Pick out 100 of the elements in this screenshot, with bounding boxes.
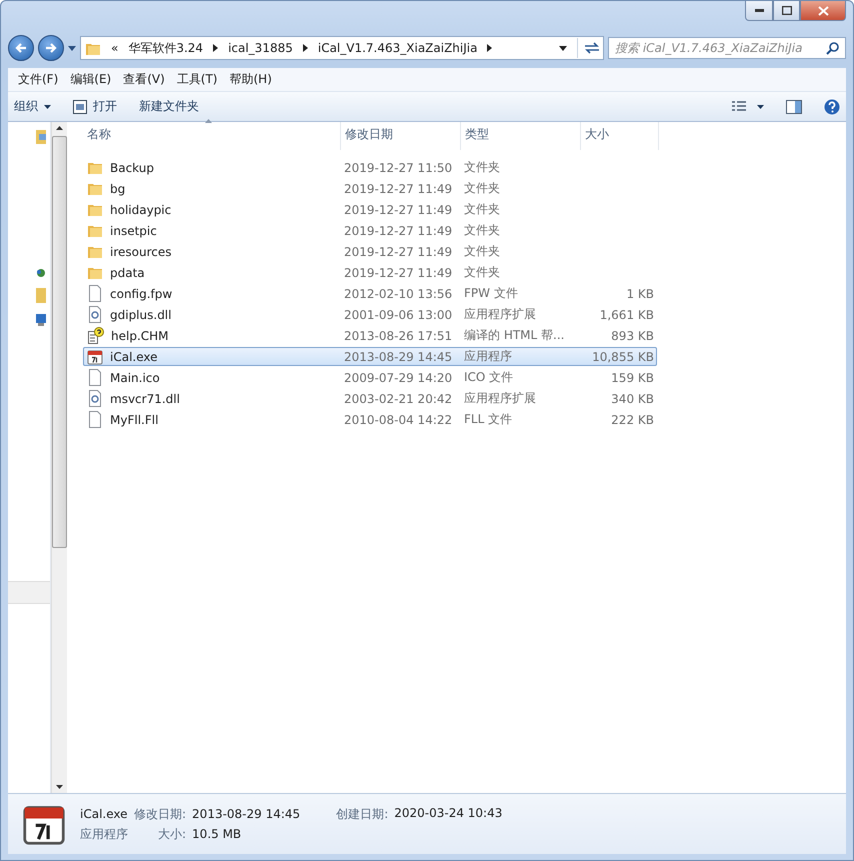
file-size: 340 KB: [610, 392, 654, 406]
file-row[interactable]: Backup 2019-12-27 11:50 文件夹: [83, 158, 657, 177]
file-type: 文件夹: [463, 201, 501, 218]
modified-date: 2003-02-21 20:42: [343, 392, 454, 406]
column-header[interactable]: 类型: [461, 122, 581, 150]
modified-date: 2019-12-27 11:49: [343, 182, 454, 196]
breadcrumb[interactable]: iCal_V1.7.463_XiaZaiZhiJia: [318, 41, 478, 55]
breadcrumb[interactable]: ical_31885: [228, 41, 293, 55]
close-button[interactable]: [800, 1, 846, 21]
file-name: config.fpw: [109, 286, 172, 300]
chevron-icon[interactable]: [487, 44, 492, 52]
address-bar[interactable]: « 华军软件3.24 ical_31885 iCal_V1.7.463_XiaZaiZhiJia: [80, 36, 604, 60]
file-row[interactable]: iresources 2019-12-27 11:49 文件夹: [83, 242, 657, 261]
file-type: 应用程序: [463, 348, 513, 365]
file-name: Backup: [109, 160, 154, 174]
help-document-icon: [87, 327, 104, 344]
chevron-icon[interactable]: [213, 44, 218, 52]
created-label: 创建日期:: [336, 806, 388, 822]
scroll-up-icon[interactable]: [56, 126, 63, 130]
file-type: FPW 文件: [463, 285, 519, 302]
history-dropdown-icon[interactable]: [68, 46, 76, 50]
scrollbar[interactable]: [51, 122, 67, 793]
file-name: Main.ico: [109, 370, 160, 384]
modified-date: 2013-08-26 17:51: [343, 328, 454, 342]
file-type: 应用程序: [80, 826, 128, 842]
file-name: msvcr71.dll: [109, 392, 180, 406]
file-type: 文件夹: [463, 159, 501, 176]
scroll-thumb[interactable]: [52, 136, 67, 548]
document-icon: [87, 285, 103, 302]
modified-date: 2009-07-29 14:20: [343, 370, 454, 384]
search-icon: [826, 42, 839, 54]
document-icon: [87, 411, 103, 428]
modified-date: 2019-12-27 11:49: [343, 244, 454, 258]
modified-date: 2019-12-27 11:49: [343, 266, 454, 280]
menu-item[interactable]: 工具(T): [170, 71, 224, 88]
file-row[interactable]: pdata 2019-12-27 11:49 文件夹: [83, 263, 657, 282]
file-row[interactable]: Main.ico 2009-07-29 14:20 ICO 文件 159 KB: [83, 368, 657, 387]
file-type: 文件夹: [463, 180, 501, 197]
calendar-icon: [87, 348, 103, 364]
caret-icon: [44, 104, 51, 108]
modified-date: 2001-09-06 13:00: [343, 308, 454, 322]
file-row[interactable]: help.CHM 2013-08-26 17:51 编译的 HTML 帮... 893 KB: [83, 326, 657, 345]
back-button[interactable]: [8, 35, 34, 61]
forward-button[interactable]: [38, 35, 64, 61]
back-arrow-icon: [15, 42, 27, 54]
menu-item[interactable]: 帮助(H): [224, 71, 278, 88]
file-size: 893 KB: [610, 328, 654, 342]
breadcrumb[interactable]: «: [111, 41, 118, 55]
chevron-icon[interactable]: [302, 44, 308, 52]
file-size: 10,855 KB: [591, 350, 654, 364]
file-row[interactable]: bg 2019-12-27 11:49 文件夹: [83, 179, 657, 198]
file-row[interactable]: insetpic 2019-12-27 11:49 文件夹: [83, 221, 657, 240]
organize-button[interactable]: 组织: [14, 98, 51, 115]
open-button[interactable]: 打开: [73, 98, 117, 115]
menu-item[interactable]: 文件(F): [12, 71, 64, 88]
menu-item[interactable]: 查看(V): [117, 71, 171, 88]
modified-date: 2013-08-29 14:45: [343, 350, 454, 364]
view-options-icon[interactable]: [732, 100, 764, 112]
file-name: holidaypic: [109, 202, 172, 216]
maximize-icon: [782, 6, 792, 15]
dropdown-icon[interactable]: [559, 46, 567, 50]
new-folder-button[interactable]: 新建文件夹: [139, 98, 199, 115]
modified-label: 修改日期:: [134, 806, 186, 822]
file-name: bg: [109, 182, 126, 196]
file-type: 文件夹: [463, 243, 501, 260]
size-label: 大小:: [158, 826, 186, 842]
file-size: 1,661 KB: [598, 308, 654, 322]
maximize-button[interactable]: [773, 1, 800, 21]
file-type: 应用程序扩展: [463, 306, 537, 323]
file-row[interactable]: holidaypic 2019-12-27 11:49 文件夹: [83, 200, 657, 219]
file-type: 文件夹: [463, 264, 501, 281]
file-row[interactable]: config.fpw 2012-02-10 13:56 FPW 文件 1 KB: [83, 284, 657, 303]
column-header[interactable]: 名称: [83, 122, 341, 150]
file-name: insetpic: [109, 224, 157, 238]
computer-icon[interactable]: [36, 312, 46, 326]
minimize-icon: [754, 8, 764, 12]
menu-item[interactable]: 编辑(E): [64, 71, 118, 88]
column-header[interactable]: 修改日期: [341, 122, 461, 150]
file-row[interactable]: iCal.exe 2013-08-29 14:45 应用程序 10,855 KB: [83, 347, 657, 366]
file-row[interactable]: msvcr71.dll 2003-02-21 20:42 应用程序扩展 340 KB: [83, 389, 657, 408]
preview-pane-icon[interactable]: [786, 100, 802, 114]
file-type: ICO 文件: [463, 369, 514, 386]
help-icon[interactable]: [824, 98, 840, 114]
file-row[interactable]: MyFll.Fll 2010-08-04 14:22 FLL 文件 222 KB: [83, 410, 657, 429]
file-row[interactable]: gdiplus.dll 2001-09-06 13:00 应用程序扩展 1,661 KB: [83, 305, 657, 324]
minimize-button[interactable]: [745, 1, 773, 21]
scroll-down-icon[interactable]: [56, 785, 63, 789]
file-name: iCal.exe: [109, 350, 158, 364]
modified-date: 2019-12-27 11:49: [343, 202, 454, 216]
file-type: 文件夹: [463, 222, 501, 239]
breadcrumb[interactable]: 华军软件3.24: [128, 40, 204, 56]
file-name: pdata: [109, 266, 145, 280]
file-type: FLL 文件: [463, 411, 514, 428]
file-size: 222 KB: [610, 412, 654, 426]
nav-item-highlight: [8, 581, 50, 604]
column-header[interactable]: 大小: [581, 122, 659, 150]
modified-date: 2019-12-27 11:49: [343, 224, 454, 238]
file-name: iresources: [109, 244, 172, 258]
modified-date: 2010-08-04 14:22: [343, 412, 454, 426]
file-name: iCal.exe: [80, 807, 128, 821]
